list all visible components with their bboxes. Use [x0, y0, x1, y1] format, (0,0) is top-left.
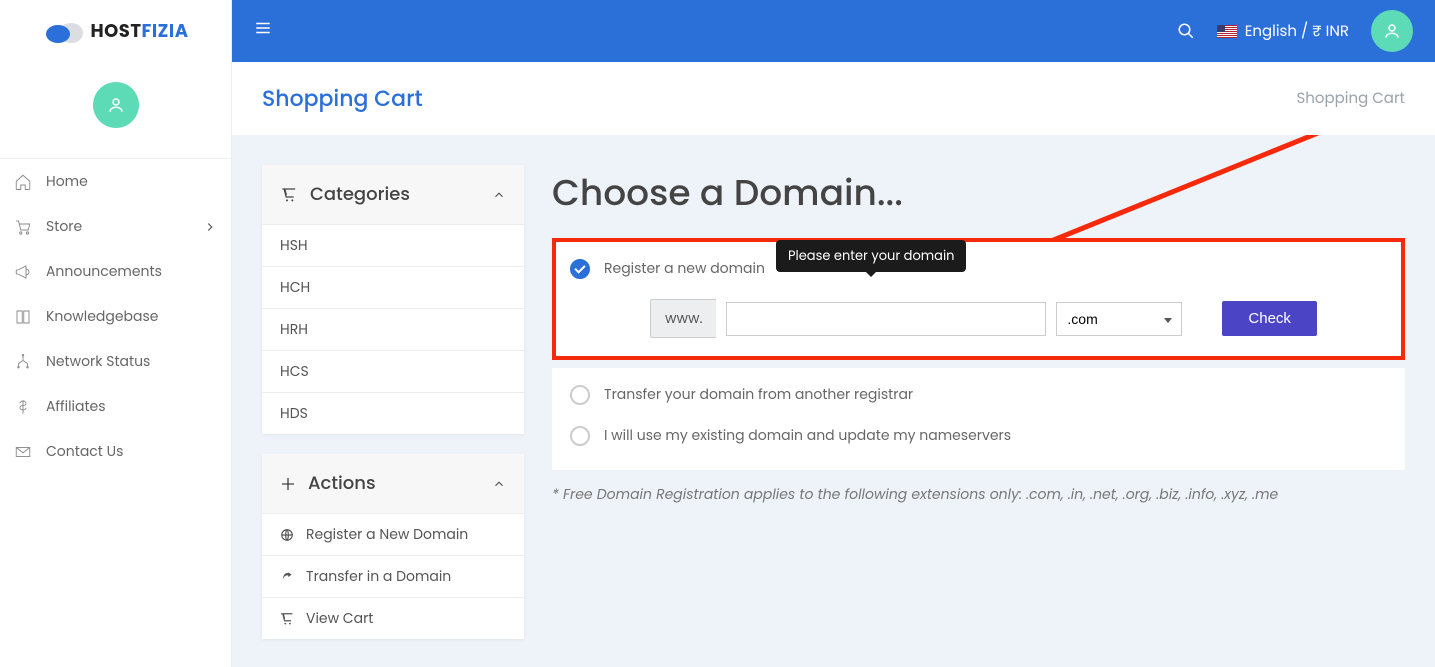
option-label: Register a new domain	[604, 258, 765, 279]
domain-register-box: Register a new domain Please enter your …	[552, 238, 1405, 360]
radio-icon	[570, 426, 590, 446]
chevron-up-icon	[492, 188, 506, 202]
nav-list: Home Store Announcements Knowledgebase N…	[0, 158, 231, 474]
nav-label: Knowledgebase	[46, 306, 158, 327]
action-label: Register a New Domain	[306, 524, 468, 545]
chevron-up-icon	[492, 477, 506, 491]
logo[interactable]: HOSTFIZIA	[0, 0, 231, 62]
nav-announcements[interactable]: Announcements	[0, 249, 231, 294]
sidebar: HOSTFIZIA Home Store Announcements Knowl…	[0, 0, 232, 667]
radio-icon	[570, 385, 590, 405]
topbar: English / ₹ INR	[232, 0, 1435, 62]
book-icon	[14, 308, 32, 326]
domain-heading: Choose a Domain...	[552, 165, 1405, 220]
flag-icon	[1217, 25, 1237, 38]
option-label: I will use my existing domain and update…	[604, 425, 1011, 446]
language-selector[interactable]: English / ₹ INR	[1217, 20, 1349, 43]
nav-label: Home	[46, 171, 88, 192]
user-icon	[1383, 22, 1401, 40]
category-item[interactable]: HRH	[262, 308, 524, 350]
search-icon[interactable]	[1177, 22, 1195, 40]
megaphone-icon	[14, 263, 32, 281]
page-header: Shopping Cart Shopping Cart	[232, 62, 1435, 135]
lang-label: English / ₹ INR	[1245, 20, 1349, 43]
share-icon	[280, 570, 294, 584]
actions-panel: Actions Register a New Domain Transfer i…	[262, 454, 524, 639]
action-view-cart[interactable]: View Cart	[262, 597, 524, 639]
action-register-domain[interactable]: Register a New Domain	[262, 513, 524, 555]
cart-icon	[280, 187, 298, 203]
nav-label: Announcements	[46, 261, 162, 282]
domain-input[interactable]	[726, 302, 1046, 336]
action-transfer-domain[interactable]: Transfer in a Domain	[262, 555, 524, 597]
logo-text: HOSTFIZIA	[91, 18, 189, 45]
panel-title: Categories	[310, 181, 410, 208]
tooltip: Please enter your domain	[776, 240, 966, 272]
cart-icon	[14, 218, 32, 236]
actions-header[interactable]: Actions	[262, 454, 524, 513]
main: English / ₹ INR Shopping Cart Shopping C…	[232, 0, 1435, 667]
nav-network[interactable]: Network Status	[0, 339, 231, 384]
category-item[interactable]: HCH	[262, 266, 524, 308]
action-label: Transfer in a Domain	[306, 566, 451, 587]
radio-checked-icon	[570, 259, 590, 279]
category-item[interactable]: HDS	[262, 392, 524, 434]
chevron-right-icon	[203, 220, 217, 234]
option-register[interactable]: Register a new domain	[570, 252, 1387, 285]
breadcrumb: Shopping Cart	[1297, 87, 1406, 110]
nav-label: Affiliates	[46, 396, 106, 417]
nav-affiliates[interactable]: Affiliates	[0, 384, 231, 429]
nav-home[interactable]: Home	[0, 159, 231, 204]
plus-icon	[280, 476, 296, 492]
action-label: View Cart	[306, 608, 373, 629]
footnote: * Free Domain Registration applies to th…	[552, 484, 1405, 505]
domain-prefix: www.	[650, 299, 716, 338]
nav-contact[interactable]: Contact Us	[0, 429, 231, 474]
dollar-icon	[14, 398, 32, 416]
nav-label: Contact Us	[46, 441, 123, 462]
option-label: Transfer your domain from another regist…	[604, 384, 913, 405]
globe-icon	[280, 528, 294, 542]
category-item[interactable]: HCS	[262, 350, 524, 392]
menu-toggle[interactable]	[254, 19, 272, 43]
panel-title: Actions	[308, 470, 376, 497]
nav-store[interactable]: Store	[0, 204, 231, 249]
domain-other-options: Transfer your domain from another regist…	[552, 368, 1405, 470]
logo-icon	[43, 17, 87, 45]
user-menu[interactable]	[1371, 10, 1413, 52]
network-icon	[14, 353, 32, 371]
page-title: Shopping Cart	[262, 82, 423, 115]
nav-knowledgebase[interactable]: Knowledgebase	[0, 294, 231, 339]
categories-header[interactable]: Categories	[262, 165, 524, 224]
category-item[interactable]: HSH	[262, 224, 524, 266]
user-icon	[107, 96, 125, 114]
tld-select[interactable]: .com	[1056, 302, 1182, 336]
check-button[interactable]: Check	[1222, 301, 1317, 336]
home-icon	[14, 173, 32, 191]
mail-icon	[14, 443, 32, 461]
option-existing[interactable]: I will use my existing domain and update…	[570, 415, 1387, 456]
cart-icon	[280, 612, 294, 626]
nav-label: Network Status	[46, 351, 150, 372]
sidebar-avatar[interactable]	[93, 82, 139, 128]
option-transfer[interactable]: Transfer your domain from another regist…	[570, 374, 1387, 415]
categories-panel: Categories HSH HCH HRH HCS HDS	[262, 165, 524, 434]
nav-label: Store	[46, 216, 82, 237]
hamburger-icon	[254, 19, 272, 37]
